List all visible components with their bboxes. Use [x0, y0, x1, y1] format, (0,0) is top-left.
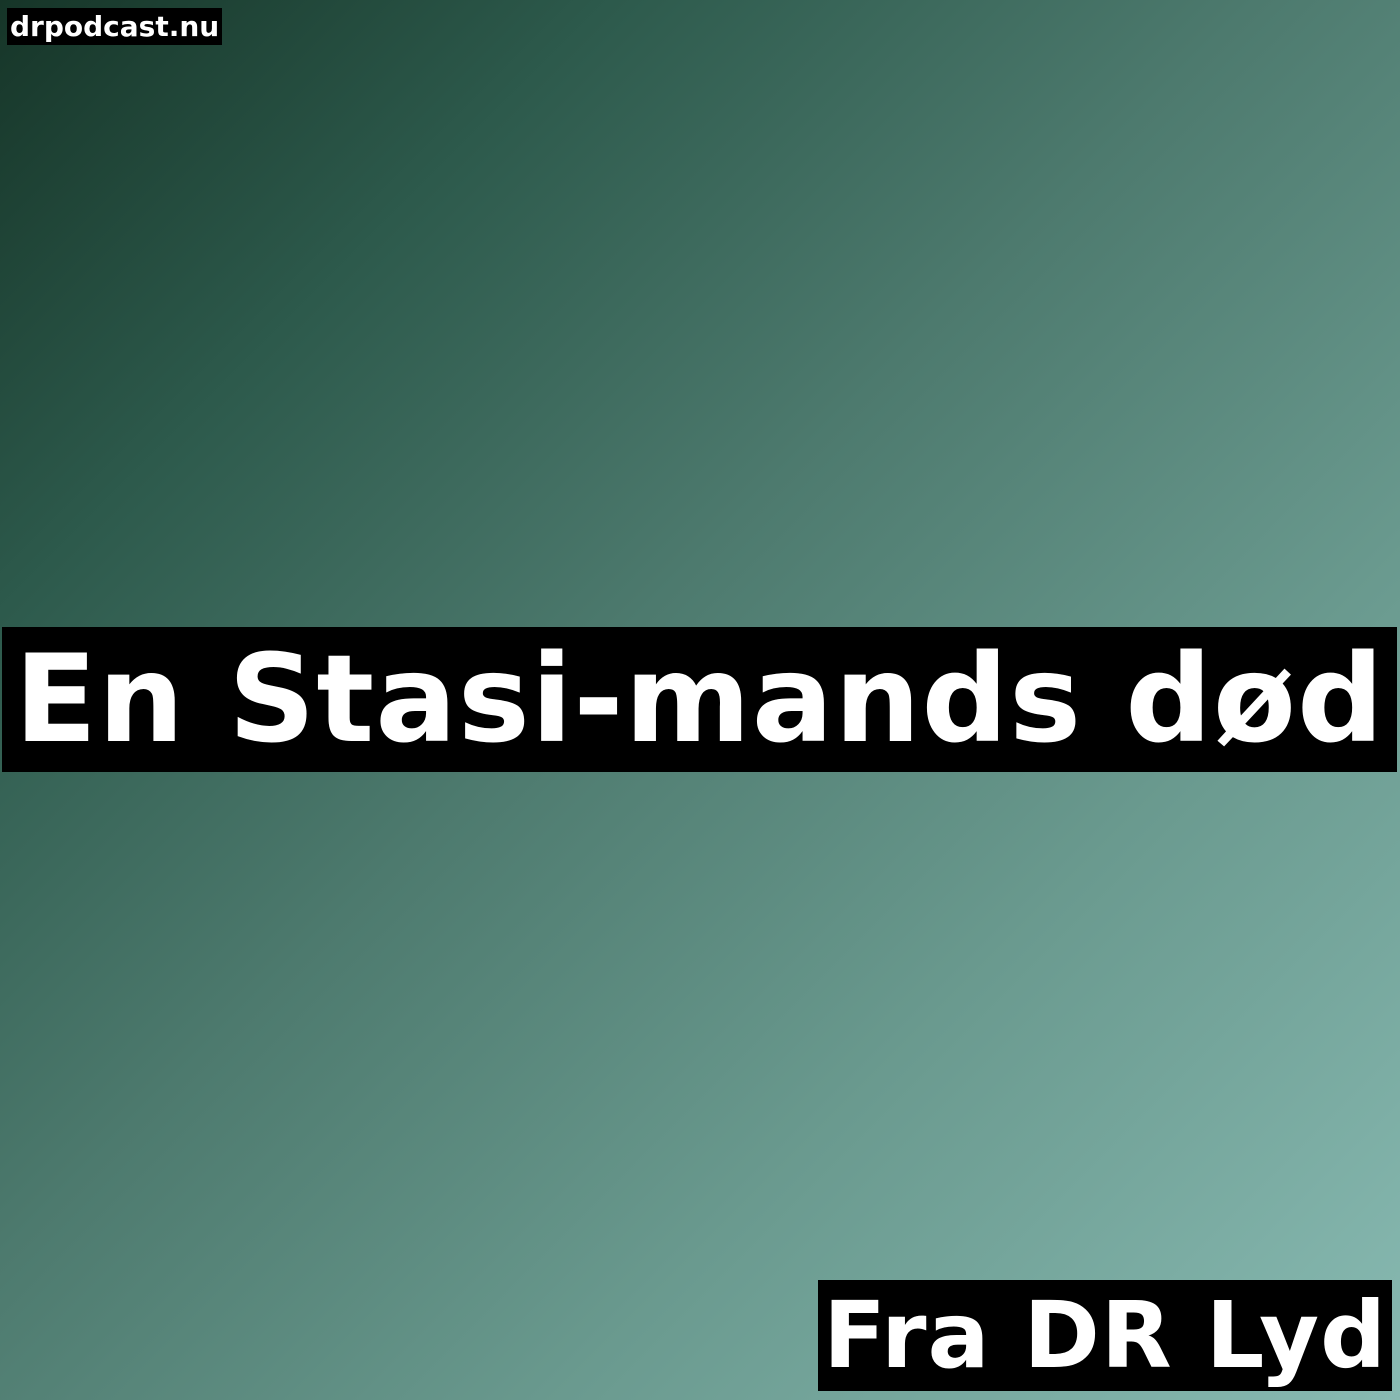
source-label: Fra DR Lyd	[818, 1280, 1392, 1391]
podcast-title: En Stasi-mands død	[2, 627, 1397, 772]
site-label: drpodcast.nu	[7, 8, 223, 45]
podcast-cover: drpodcast.nu En Stasi-mands død Fra DR L…	[0, 0, 1400, 1400]
